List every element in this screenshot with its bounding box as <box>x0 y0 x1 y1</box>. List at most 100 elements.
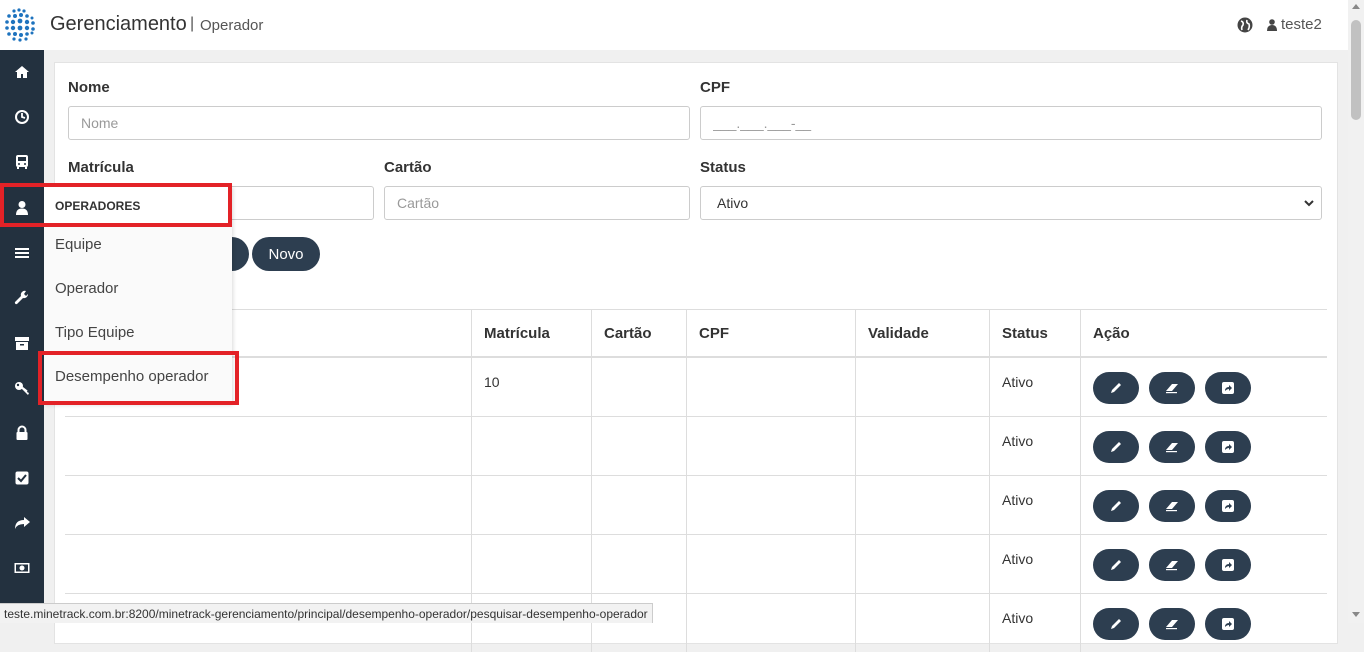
globe-icon[interactable] <box>1237 17 1253 33</box>
matricula-label: Matrícula <box>68 159 134 176</box>
share-icon <box>15 517 30 529</box>
erase-button[interactable] <box>1149 489 1195 522</box>
cell-status: Ativo <box>989 474 1081 534</box>
cell-acao <box>1080 533 1327 593</box>
col-cpf: CPF <box>686 309 856 358</box>
archive-icon <box>15 337 29 350</box>
scroll-down-arrow-icon[interactable] <box>1352 612 1360 617</box>
eraser-icon <box>1166 560 1178 570</box>
nome-label: Nome <box>68 79 110 96</box>
nome-input[interactable] <box>68 106 690 140</box>
status-select[interactable]: Ativo <box>700 186 1322 220</box>
eraser-icon <box>1166 501 1178 511</box>
open-button[interactable] <box>1205 548 1251 581</box>
cell-matricula <box>471 415 592 475</box>
sidebar-item-money[interactable] <box>0 546 44 590</box>
erase-button[interactable] <box>1149 372 1195 404</box>
open-button[interactable] <box>1205 489 1251 522</box>
pencil-icon <box>1111 441 1121 452</box>
open-button[interactable] <box>1205 430 1251 463</box>
cell-acao <box>1080 415 1327 475</box>
chevron-down-icon <box>1304 200 1314 207</box>
cell-matricula <box>471 533 592 593</box>
wrench-icon <box>14 290 29 305</box>
open-button[interactable] <box>1205 607 1251 640</box>
open-button[interactable] <box>1205 372 1251 404</box>
cell-validade <box>855 357 990 416</box>
erase-button[interactable] <box>1149 430 1195 463</box>
share-square-icon <box>1222 499 1234 512</box>
pencil-icon <box>1111 500 1121 511</box>
pencil-icon <box>1111 618 1121 629</box>
menu-item-operador[interactable]: Operador <box>55 280 118 297</box>
scroll-thumb[interactable] <box>1351 20 1361 120</box>
sidebar-item-lock[interactable] <box>0 411 44 455</box>
filter-panel: Nome CPF Matrícula Cartão Status Ativo N… <box>54 62 1338 652</box>
edit-button[interactable] <box>1093 607 1139 640</box>
novo-button[interactable]: Novo <box>252 237 320 271</box>
bus-icon <box>16 155 28 169</box>
cell-status: Ativo <box>989 533 1081 593</box>
cartao-label: Cartão <box>384 159 432 176</box>
sidebar-item-dashboard[interactable] <box>0 95 44 139</box>
money-icon <box>14 563 30 573</box>
highlight-box-operadores <box>0 183 232 227</box>
eraser-icon <box>1166 442 1178 452</box>
app-logo <box>5 8 35 42</box>
list-icon <box>15 248 29 258</box>
erase-button[interactable] <box>1149 548 1195 581</box>
user-menu[interactable]: teste2 <box>1267 16 1322 33</box>
edit-button[interactable] <box>1093 372 1139 404</box>
cell-validade <box>855 533 990 593</box>
sidebar-item-check[interactable] <box>0 456 44 500</box>
page-subtitle: Operador <box>200 17 264 34</box>
eraser-icon <box>1166 384 1178 394</box>
cpf-label: CPF <box>700 79 730 96</box>
share-square-icon <box>1222 440 1234 453</box>
top-header: Gerenciamento | Operador teste2 <box>0 0 1348 50</box>
edit-button[interactable] <box>1093 548 1139 581</box>
key-icon <box>15 382 29 395</box>
table-row: 10 Ativo <box>65 357 1327 416</box>
table-row: Ativo <box>65 474 1327 534</box>
col-cartao: Cartão <box>591 309 687 358</box>
user-name: teste2 <box>1281 16 1322 33</box>
erase-button[interactable] <box>1149 607 1195 640</box>
sidebar-item-share[interactable] <box>0 501 44 545</box>
scroll-up-arrow-icon[interactable] <box>1352 4 1360 9</box>
cell-nome <box>65 533 472 593</box>
menu-item-tipo-equipe[interactable]: Tipo Equipe <box>55 324 135 341</box>
check-square-icon <box>15 471 29 485</box>
cell-matricula <box>471 474 592 534</box>
cpf-input[interactable] <box>700 106 1322 140</box>
cell-validade <box>855 474 990 534</box>
sidebar-item-menu[interactable] <box>0 231 44 275</box>
status-url-bar: teste.minetrack.com.br:8200/minetrack-ge… <box>0 603 653 623</box>
cell-matricula: 10 <box>471 357 592 416</box>
cell-cartao <box>591 415 687 475</box>
cell-validade <box>855 415 990 475</box>
title-separator: | <box>190 15 195 32</box>
sidebar-item-home[interactable] <box>0 50 44 94</box>
menu-item-equipe[interactable]: Equipe <box>55 236 102 253</box>
user-icon <box>1267 18 1277 31</box>
col-status: Status <box>989 309 1081 358</box>
lock-icon <box>16 425 28 440</box>
table-header-row: Matrícula Cartão CPF Validade Status Açã… <box>65 309 1327 358</box>
status-selected-value: Ativo <box>717 195 749 211</box>
cell-status: Ativo <box>989 415 1081 475</box>
vertical-scrollbar[interactable] <box>1348 0 1364 623</box>
share-square-icon <box>1222 382 1234 394</box>
col-acao: Ação <box>1080 309 1327 358</box>
cell-cpf <box>686 357 856 416</box>
cell-cartao <box>591 474 687 534</box>
cell-cpf <box>686 415 856 475</box>
cartao-input[interactable] <box>384 186 690 220</box>
edit-button[interactable] <box>1093 430 1139 463</box>
cell-cartao <box>591 357 687 416</box>
share-square-icon <box>1222 558 1234 571</box>
edit-button[interactable] <box>1093 489 1139 522</box>
sidebar-item-bus[interactable] <box>0 140 44 184</box>
sidebar-item-tools[interactable] <box>0 276 44 320</box>
operators-table: Matrícula Cartão CPF Validade Status Açã… <box>65 309 1327 652</box>
